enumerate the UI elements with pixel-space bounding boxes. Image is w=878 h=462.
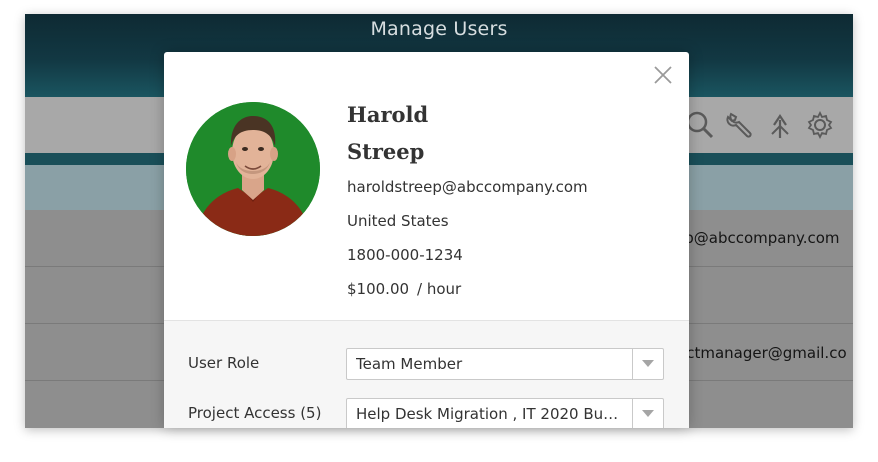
chevron-down-icon[interactable] xyxy=(632,399,663,428)
rate-value: $100.00 xyxy=(347,280,410,298)
phone-text: 1800-000-1234 xyxy=(347,246,463,264)
user-role-select[interactable]: Team Member xyxy=(346,348,664,380)
toolbar-icons xyxy=(680,109,853,141)
row-email: ep@abccompany.com xyxy=(675,229,840,247)
page-title: Manage Users xyxy=(370,18,508,40)
user-role-label: User Role xyxy=(188,354,260,372)
merge-arrow-icon[interactable] xyxy=(760,109,800,141)
email-text: haroldstreep@abccompany.com xyxy=(347,178,588,196)
panel-icon[interactable] xyxy=(840,109,853,141)
user-settings-form: User Role Team Member Project Access (5)… xyxy=(164,320,689,428)
hourly-rate: $100.00 / hour xyxy=(347,276,588,310)
project-access-value: Help Desk Migration , IT 2020 Budget Pla… xyxy=(356,405,625,423)
gear-icon[interactable] xyxy=(800,109,840,141)
row-email: ectmanager@gmail.co xyxy=(677,344,847,362)
rate-unit: / hour xyxy=(417,280,462,298)
country-text: United States xyxy=(347,212,449,230)
profile-details: Harold Streep haroldstreep@abccompany.co… xyxy=(347,100,588,310)
wrench-icon[interactable] xyxy=(720,109,760,141)
avatar xyxy=(186,102,320,236)
chevron-down-icon[interactable] xyxy=(632,349,663,379)
close-icon[interactable] xyxy=(652,64,674,86)
project-access-select[interactable]: Help Desk Migration , IT 2020 Budget Pla… xyxy=(346,398,664,428)
user-role-value: Team Member xyxy=(356,355,463,373)
user-profile-modal: Harold Streep haroldstreep@abccompany.co… xyxy=(164,52,689,428)
project-access-label: Project Access (5) xyxy=(188,404,322,422)
first-name: Harold xyxy=(347,102,429,127)
last-name: Streep xyxy=(347,139,425,164)
